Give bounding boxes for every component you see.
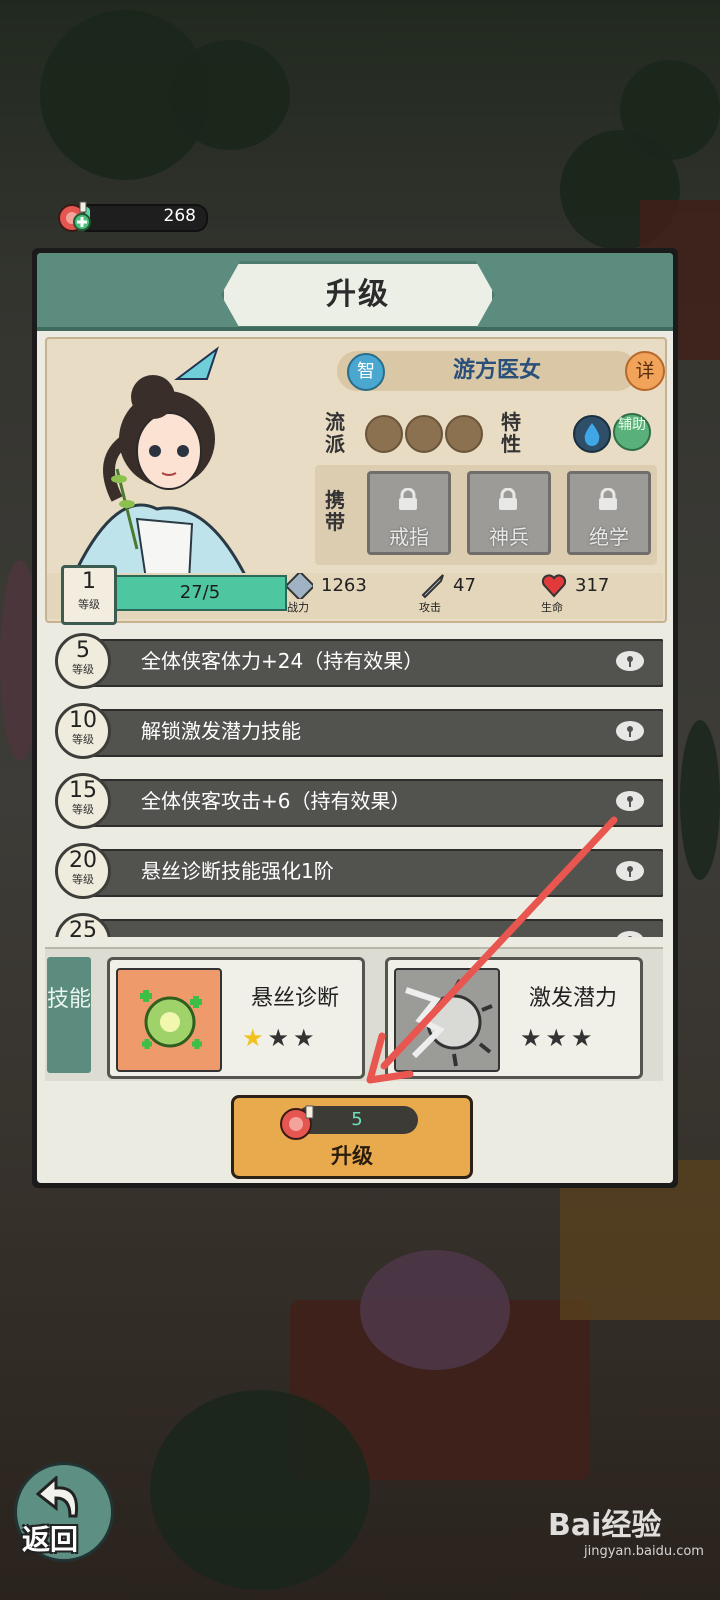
return-arrow-icon xyxy=(36,1476,79,1518)
star-empty-icon: ★ xyxy=(267,1024,294,1052)
stamina-resource-counter[interactable]: 268 xyxy=(56,198,208,234)
meat-add-icon[interactable] xyxy=(56,198,92,234)
back-button[interactable]: 返回 xyxy=(14,1462,114,1562)
water-drop-icon xyxy=(573,415,611,453)
watermark-site: jingyan.baidu.com xyxy=(584,1544,704,1559)
skill-card-diagnosis[interactable]: 悬丝诊断 ★★★ xyxy=(107,957,365,1079)
list-item: 15 等级 全体侠客攻击+6（持有效果） xyxy=(45,769,663,829)
list-item: 25等级 xyxy=(45,909,663,937)
list-item: 20 等级 悬丝诊断技能强化1阶 xyxy=(45,839,663,899)
support-role-badge: 辅助 xyxy=(613,413,651,451)
back-label: 返回 xyxy=(22,1523,79,1556)
panel-title: 升级 xyxy=(326,277,390,312)
school-slot xyxy=(445,415,483,453)
hero-level-box: 1 等级 xyxy=(61,565,117,625)
equip-slot-martial-art[interactable]: 绝学 xyxy=(567,471,651,555)
skill-stars: ★★★ xyxy=(242,1024,352,1052)
heart-icon xyxy=(541,574,567,598)
skill-name: 悬丝诊断 xyxy=(250,986,339,1011)
upgrade-label: 升级 xyxy=(331,1144,373,1168)
lock-icon xyxy=(499,488,517,510)
reward-text: 全体侠客攻击+6（持有效果） xyxy=(141,789,411,813)
star-filled-icon: ★ xyxy=(242,1024,268,1052)
reward-text: 解锁激发潜力技能 xyxy=(141,719,301,743)
school-slot xyxy=(365,415,403,453)
power-icon xyxy=(287,573,313,599)
skill-name: 激发潜力 xyxy=(528,986,617,1011)
skill-stars: ★★★ xyxy=(520,1024,630,1052)
trait-label: 特性 xyxy=(501,410,521,456)
sword-icon xyxy=(421,574,444,599)
lock-icon xyxy=(616,791,644,811)
equip-slot-ring[interactable]: 戒指 xyxy=(367,471,451,555)
school-slot xyxy=(405,415,443,453)
list-item: 10 等级 解锁激发潜力技能 xyxy=(45,699,663,759)
star-empty-icon: ★ xyxy=(293,1024,319,1052)
school-label: 流派 xyxy=(325,410,345,456)
lock-icon xyxy=(617,931,643,937)
detail-button[interactable]: 详 xyxy=(625,351,665,391)
level-reward-list[interactable]: 5 等级 全体侠客体力+24（持有效果） 10 等级 解锁激发潜力技能 15 等级 全… xyxy=(45,629,663,937)
star-empty-icon: ★ xyxy=(571,1024,597,1052)
star-empty-icon: ★ xyxy=(520,1024,546,1052)
skills-tab-label: 技能 xyxy=(47,957,91,1073)
lock-icon xyxy=(399,488,417,510)
xp-text: 27/5 xyxy=(179,582,221,603)
lock-icon xyxy=(616,651,644,671)
xp-bar: 27/5 xyxy=(113,575,287,611)
potential-skill-icon xyxy=(394,968,500,1072)
upgrade-cost: 5 xyxy=(351,1109,363,1130)
list-item: 5 等级 全体侠客体力+24（持有效果） xyxy=(45,629,663,689)
healing-skill-icon xyxy=(116,968,222,1072)
baidu-watermark: Bai经验 xyxy=(548,1508,662,1543)
star-empty-icon: ★ xyxy=(545,1024,572,1052)
hero-level: 1 xyxy=(82,569,96,594)
stat-health: 生命 317 xyxy=(541,574,610,614)
skills-section: 技能 悬丝诊断 ★★★ 激发潜力 ★★★ xyxy=(45,947,663,1081)
intelligence-type-badge: 智 xyxy=(347,353,385,391)
panel-header: 升级 xyxy=(37,253,673,331)
hero-name: 游方医女 xyxy=(452,358,541,383)
upgrade-button[interactable]: 5 升级 xyxy=(231,1095,473,1179)
stat-power: 战力 1263 xyxy=(287,571,397,617)
upgrade-panel: 升级 智 游方医女 详 流派 特性 辅助 携带 戒指 神兵 绝学 27/5 1 … xyxy=(32,248,678,1188)
lock-icon xyxy=(616,721,644,741)
stat-attack: 攻击 47 xyxy=(419,574,476,614)
reward-text: 全体侠客体力+24（持有效果） xyxy=(141,649,424,673)
stamina-count: 268 xyxy=(163,206,196,226)
lock-icon xyxy=(599,488,617,510)
equip-slot-weapon[interactable]: 神兵 xyxy=(467,471,551,555)
skill-card-potential[interactable]: 激发潜力 ★★★ xyxy=(385,957,643,1079)
carry-label: 携带 xyxy=(325,488,345,534)
hero-card: 智 游方医女 详 流派 特性 辅助 携带 戒指 神兵 绝学 27/5 1 等级 … xyxy=(45,337,667,625)
lock-icon xyxy=(616,861,644,881)
reward-text: 悬丝诊断技能强化1阶 xyxy=(141,859,334,883)
